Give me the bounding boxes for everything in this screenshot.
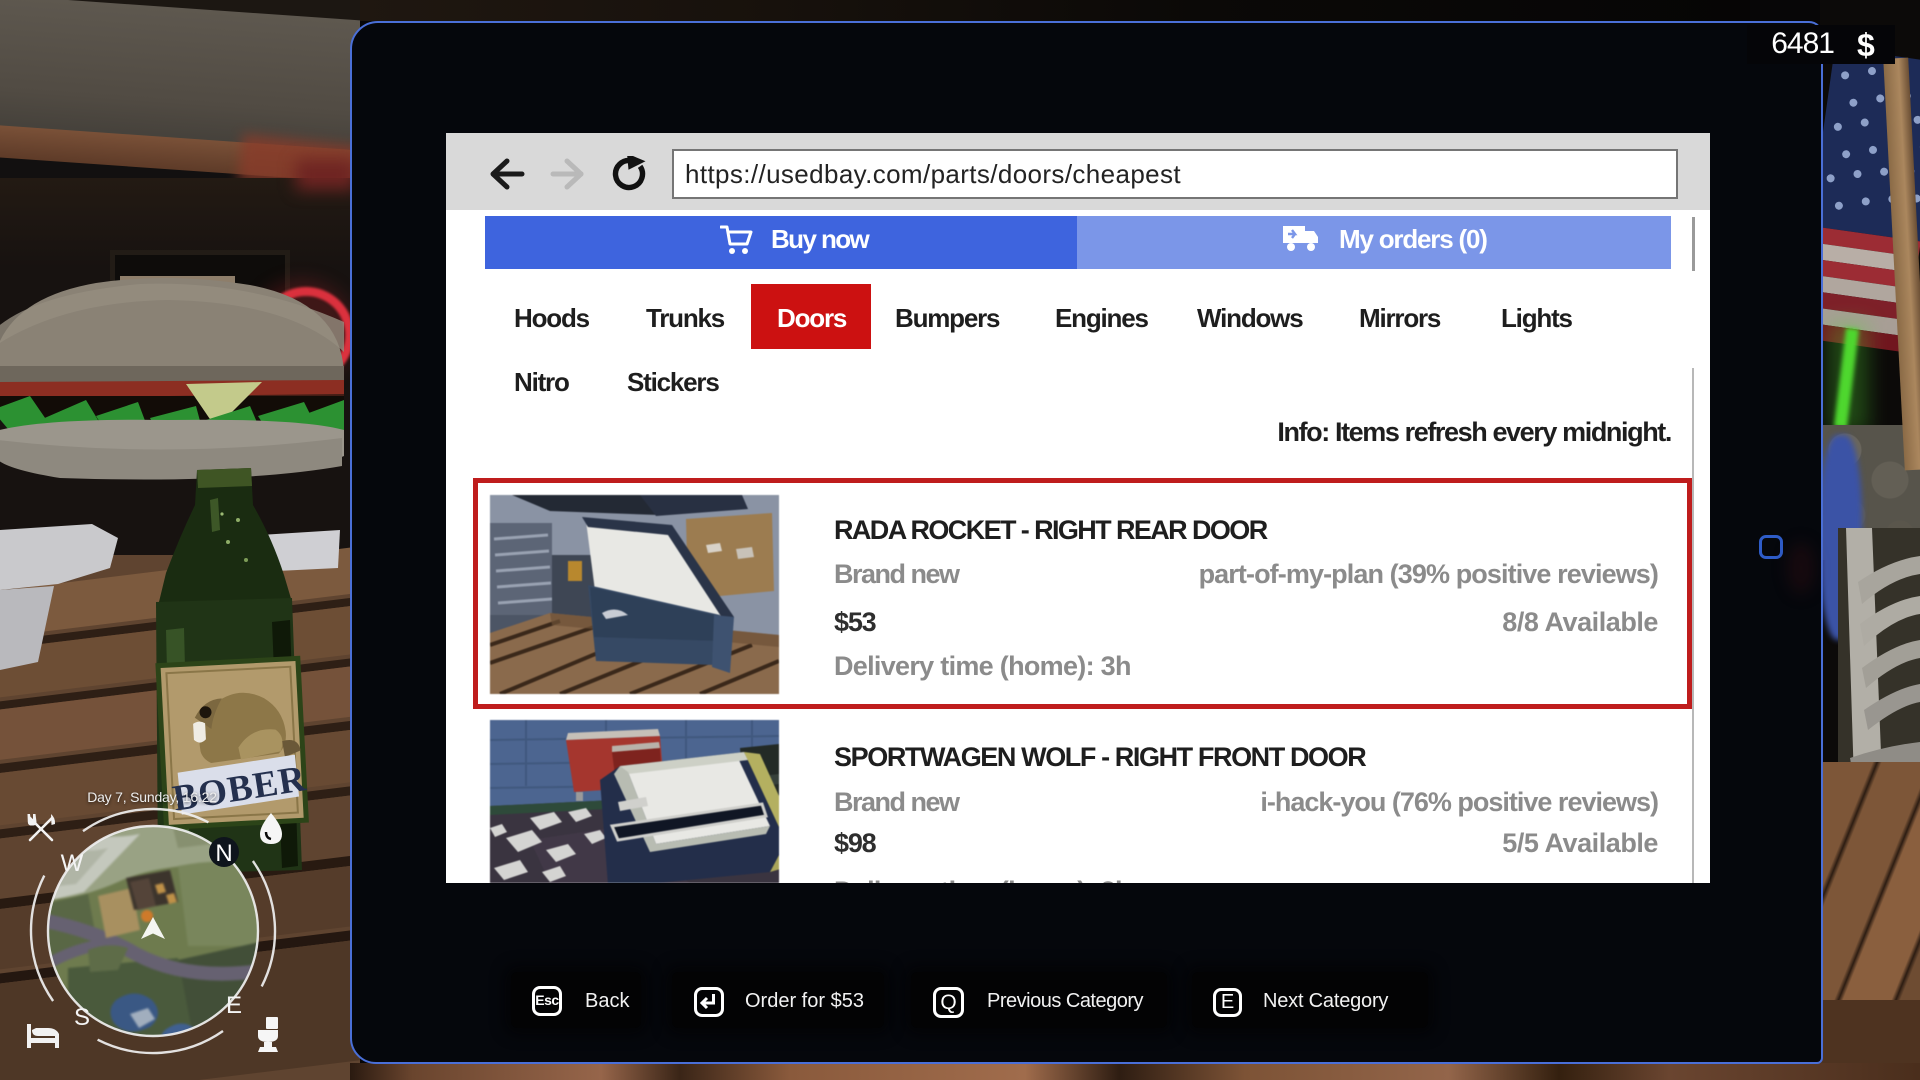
svg-text:S: S (74, 1004, 90, 1031)
svg-text:N: N (215, 840, 232, 867)
svg-text:E: E (226, 992, 242, 1019)
svg-text:W: W (61, 850, 84, 877)
